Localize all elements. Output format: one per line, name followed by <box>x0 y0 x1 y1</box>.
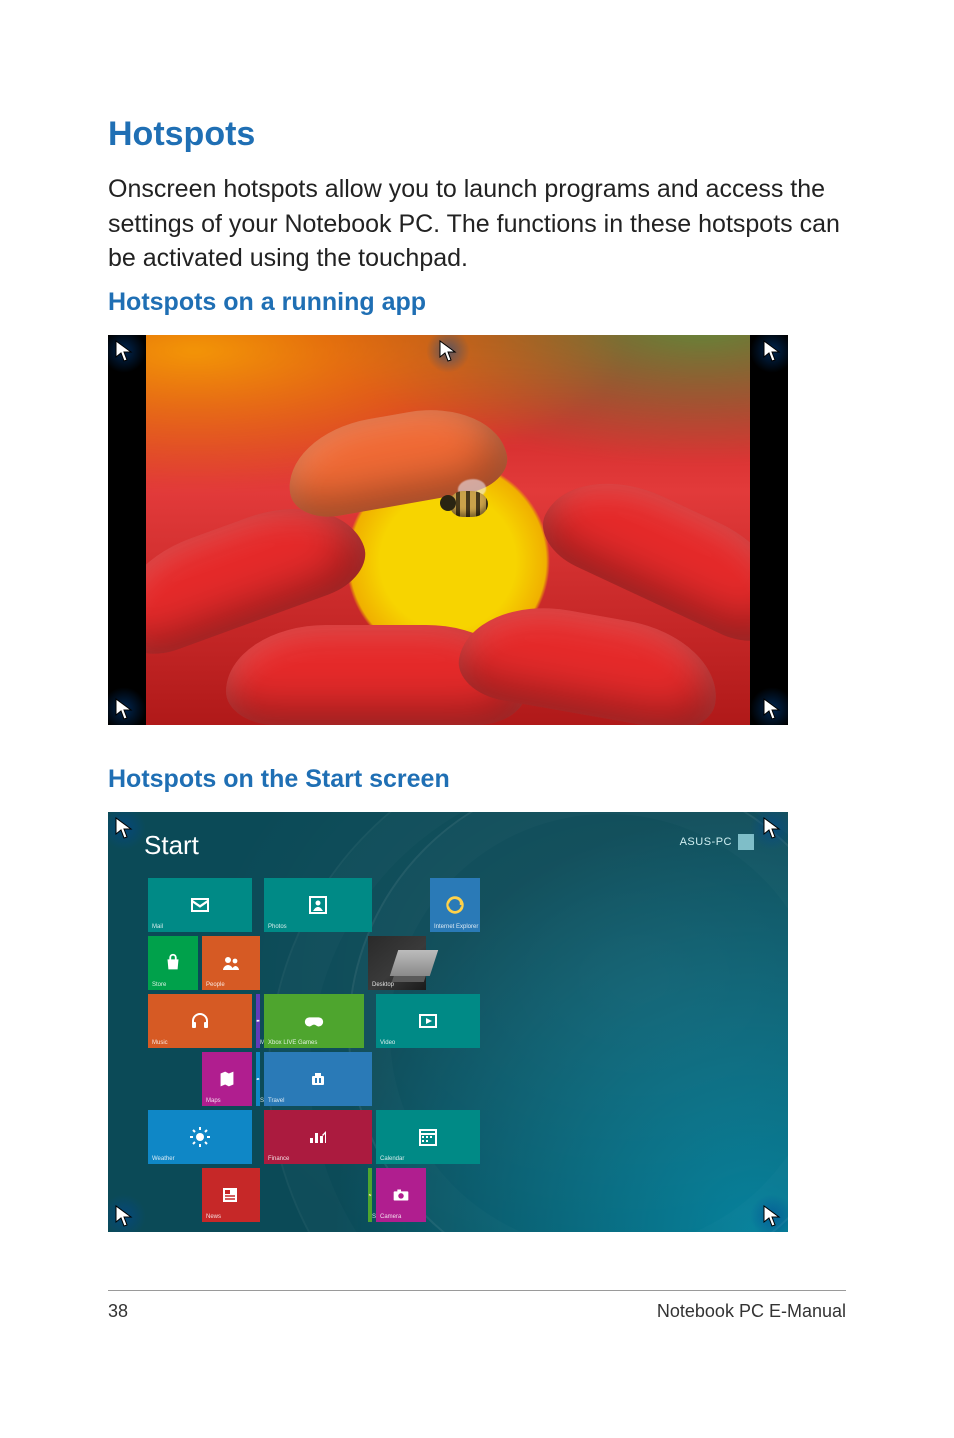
hotspot-top-left <box>108 335 146 373</box>
hotspot-top-right <box>750 335 788 373</box>
cursor-icon <box>762 339 782 363</box>
tile-label: Desktop <box>372 982 394 988</box>
cursor-icon <box>762 697 782 721</box>
start-user-name: ASUS-PC <box>680 836 732 848</box>
tile-news[interactable]: News <box>202 1168 260 1222</box>
subheading-start-screen: Hotspots on the Start screen <box>108 765 846 794</box>
tile-label: Xbox LIVE Games <box>268 1040 317 1046</box>
tile-label: Music <box>152 1040 168 1046</box>
screenshot-running-app <box>108 335 788 725</box>
hotspot-bottom-left <box>108 687 146 725</box>
tile-camera[interactable]: Camera <box>376 1168 426 1222</box>
tile-sports[interactable]: Sports <box>368 1168 372 1222</box>
games-icon <box>303 1010 325 1032</box>
travel-icon <box>306 1067 330 1091</box>
tile-maps[interactable]: Maps <box>202 1052 252 1106</box>
headphones-icon <box>188 1009 212 1033</box>
calendar-icon <box>416 1125 440 1149</box>
tile-skydrive[interactable]: SkyDrive <box>256 1052 260 1106</box>
tile-photos[interactable]: Photos <box>264 878 372 932</box>
tile-label: Video <box>380 1040 395 1046</box>
tile-label: Maps <box>206 1098 221 1104</box>
tile-messaging[interactable]: Messaging <box>256 994 260 1048</box>
tile-label: Mail <box>152 924 163 930</box>
tile-label: Finance <box>268 1156 289 1162</box>
store-icon <box>162 952 184 974</box>
cursor-icon <box>114 1204 134 1228</box>
tile-calendar[interactable]: Calendar <box>376 1110 480 1164</box>
tile-video[interactable]: Video <box>376 994 480 1048</box>
news-icon <box>219 1183 243 1207</box>
tile-travel[interactable]: Travel <box>264 1052 372 1106</box>
tile-label: News <box>206 1214 221 1220</box>
mail-icon <box>188 893 212 917</box>
cloud-icon <box>256 1068 260 1090</box>
section-title: Hotspots <box>108 115 846 154</box>
tile-label: Camera <box>380 1214 401 1220</box>
page-number: 38 <box>108 1301 128 1322</box>
camera-icon <box>390 1184 412 1206</box>
people-icon <box>219 951 243 975</box>
tile-internet-explorer[interactable]: Internet Explorer <box>430 878 480 932</box>
tile-people[interactable]: People <box>202 936 260 990</box>
tile-games[interactable]: Xbox LIVE Games <box>264 994 364 1048</box>
tile-label: Travel <box>268 1098 284 1104</box>
cursor-icon <box>114 339 134 363</box>
finance-icon <box>306 1125 330 1149</box>
photo-bee <box>436 483 506 529</box>
maps-icon <box>216 1068 238 1090</box>
subheading-running-app: Hotspots on a running app <box>108 288 846 317</box>
ie-icon <box>444 894 466 916</box>
tile-label: People <box>206 982 225 988</box>
tile-finance[interactable]: Finance <box>264 1110 372 1164</box>
tile-label: Internet Explorer <box>434 924 478 930</box>
avatar-icon <box>738 834 754 850</box>
photo-flower <box>146 335 750 725</box>
tile-mail[interactable]: Mail <box>148 878 252 932</box>
photo-icon <box>306 893 330 917</box>
start-header: Start <box>144 830 199 861</box>
start-tiles: Mail Photos Internet Explorer Store Peop… <box>148 878 480 1222</box>
messaging-icon <box>256 1010 260 1032</box>
hotspot-bottom-left <box>108 1194 146 1232</box>
video-icon <box>416 1009 440 1033</box>
tile-label: Photos <box>268 924 287 930</box>
hotspot-top-left <box>108 812 146 850</box>
page-footer: 38 Notebook PC E-Manual <box>108 1290 846 1322</box>
cursor-icon <box>114 816 134 840</box>
hotspot-bottom-right <box>750 687 788 725</box>
tile-weather[interactable]: Weather <box>148 1110 252 1164</box>
doc-title: Notebook PC E-Manual <box>657 1301 846 1322</box>
tile-music[interactable]: Music <box>148 994 252 1048</box>
tile-desktop[interactable]: Desktop <box>368 936 426 990</box>
weather-icon <box>188 1125 212 1149</box>
intro-paragraph: Onscreen hotspots allow you to launch pr… <box>108 172 846 276</box>
tile-store[interactable]: Store <box>148 936 198 990</box>
tile-label: Calendar <box>380 1156 404 1162</box>
screenshot-start-screen: Start ASUS-PC Mail Photos Internet Explo… <box>108 812 788 1232</box>
cursor-icon <box>114 697 134 721</box>
tile-label: Weather <box>152 1156 175 1162</box>
start-user-label[interactable]: ASUS-PC <box>680 834 754 850</box>
sports-icon <box>368 1184 372 1206</box>
tile-label: Store <box>152 982 166 988</box>
